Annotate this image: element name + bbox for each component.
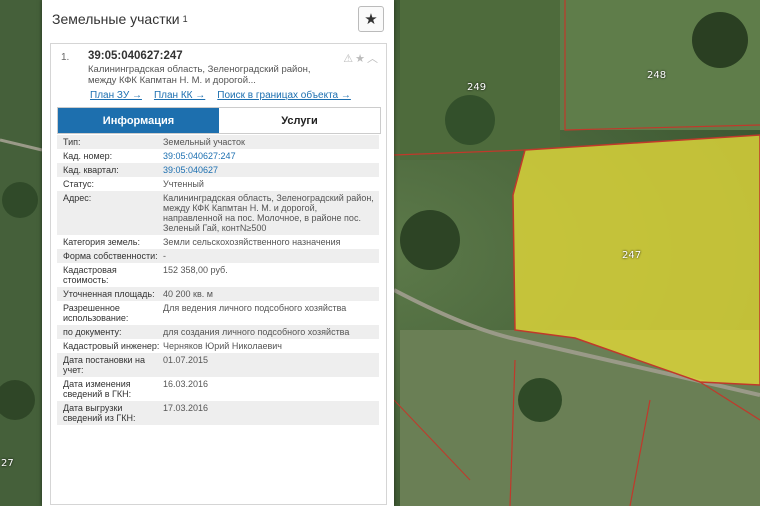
plan-kk-link[interactable]: План КК → [154, 90, 205, 101]
result-number: 1. [61, 52, 70, 63]
panel-title: Земельные участки [52, 11, 180, 27]
property-row: Уточненная площадь: 40 200 кв. м [57, 287, 379, 301]
address-short: Калининградская область, Зеленоградский … [88, 64, 386, 86]
property-value: Для ведения личного подсобного хозяйства [163, 303, 347, 313]
plan-zu-link[interactable]: План ЗУ → [90, 90, 142, 101]
property-row: Кадастровая стоимость: 152 358,00 руб. [57, 263, 379, 287]
property-row: Кад. квартал: 39:05:040627 [57, 163, 379, 177]
parcel-card: 1. 39:05:040627:247 Калининградская обла… [50, 43, 387, 505]
property-row: по документу: для создания личного подсоб… [57, 325, 379, 339]
card-links: План ЗУ → План КК → Поиск в границах объ… [90, 90, 386, 101]
property-value: 01.07.2015 [163, 355, 209, 365]
property-value: Земельный участок [163, 137, 245, 147]
card-actions: ⚠★︿ [343, 50, 380, 66]
property-key: Кад. номер: [63, 151, 113, 161]
property-key: Дата постановки на учет: [63, 355, 146, 375]
tab-information[interactable]: Информация [58, 108, 219, 133]
property-key: Уточненная площадь: [63, 289, 155, 299]
parcel-label: 247 [622, 250, 642, 261]
parcel-label: 248 [647, 70, 667, 81]
property-row: Статус: Учтенный [57, 177, 379, 191]
property-row: Дата изменения сведений в ГКН: 16.03.2016 [57, 377, 379, 401]
search-in-bounds-link[interactable]: Поиск в границах объекта → [217, 90, 351, 101]
property-key: Категория земель: [63, 237, 140, 247]
property-row: Кадастровый инженер: Черняков Юрий Никола… [57, 339, 379, 353]
star-icon[interactable]: ★ [355, 53, 367, 65]
property-key: Форма собственности: [63, 251, 158, 261]
cadastral-number-title[interactable]: 39:05:040627:247 [88, 50, 386, 62]
property-value: для создания личного подсобного хозяйств… [163, 327, 350, 337]
favorite-button[interactable]: ★ [358, 6, 384, 32]
chevron-up-icon[interactable]: ︿ [367, 53, 380, 65]
property-row: Адрес: Калининградская область, Зеленогра… [57, 191, 379, 235]
property-key: Кад. квартал: [63, 165, 119, 175]
property-value: Земли сельскохозяйственного назначения [163, 237, 341, 247]
property-key: Дата выгрузки сведений из ГКН: [63, 403, 136, 423]
property-value: Учтенный [163, 179, 204, 189]
property-key: Тип: [63, 137, 81, 147]
property-value: 17.03.2016 [163, 403, 209, 413]
property-key: Разрешенное использование: [63, 303, 129, 323]
star-icon: ★ [364, 11, 378, 28]
property-row: Тип: Земельный участок [57, 135, 379, 149]
property-value[interactable]: 39:05:040627 [163, 165, 379, 175]
property-key: Кадастровый инженер: [63, 341, 160, 351]
panel-header: Земельные участки 1 ★ [42, 0, 394, 38]
property-row: Дата постановки на учет: 01.07.2015 [57, 353, 379, 377]
property-value: 152 358,00 руб. [163, 265, 228, 275]
property-value: Калининградская область, Зеленоградский … [163, 193, 374, 233]
property-key: Статус: [63, 179, 94, 189]
property-key: Дата изменения сведений в ГКН: [63, 379, 132, 399]
parcel-label: 27 [1, 458, 14, 469]
property-row: Разрешенное использование: Для ведения ли… [57, 301, 379, 325]
property-row: Форма собственности: - [57, 249, 379, 263]
land-plots-panel: Земельные участки 1 ★ 1. 39:05:040627:247… [42, 0, 394, 506]
property-value: 16.03.2016 [163, 379, 209, 389]
warning-icon[interactable]: ⚠ [343, 53, 355, 65]
property-value: - [163, 251, 166, 261]
property-key: Кадастровая стоимость: [63, 265, 117, 285]
property-value: 40 200 кв. м [163, 289, 213, 299]
address-line: Калининградская область, Зеленоградский … [88, 64, 311, 75]
property-row: Дата выгрузки сведений из ГКН: 17.03.2016 [57, 401, 379, 425]
property-value[interactable]: 39:05:040627:247 [163, 151, 379, 161]
property-key: Адрес: [63, 193, 92, 203]
property-key: по документу: [63, 327, 122, 337]
address-line: между КФК Капмтан Н. М. и дорогой... [88, 75, 256, 86]
property-row: Категория земель: Земли сельскохозяйствен… [57, 235, 379, 249]
card-tabs: Информация Услуги [57, 107, 381, 134]
property-row: Кад. номер: 39:05:040627:247 [57, 149, 379, 163]
parcel-label: 249 [467, 82, 487, 93]
property-value: Черняков Юрий Николаевич [163, 341, 282, 351]
tab-services[interactable]: Услуги [219, 108, 380, 133]
panel-title-count: 1 [182, 14, 188, 24]
properties-table: Тип: Земельный участок Кад. номер: 39:05:04… [57, 135, 379, 425]
